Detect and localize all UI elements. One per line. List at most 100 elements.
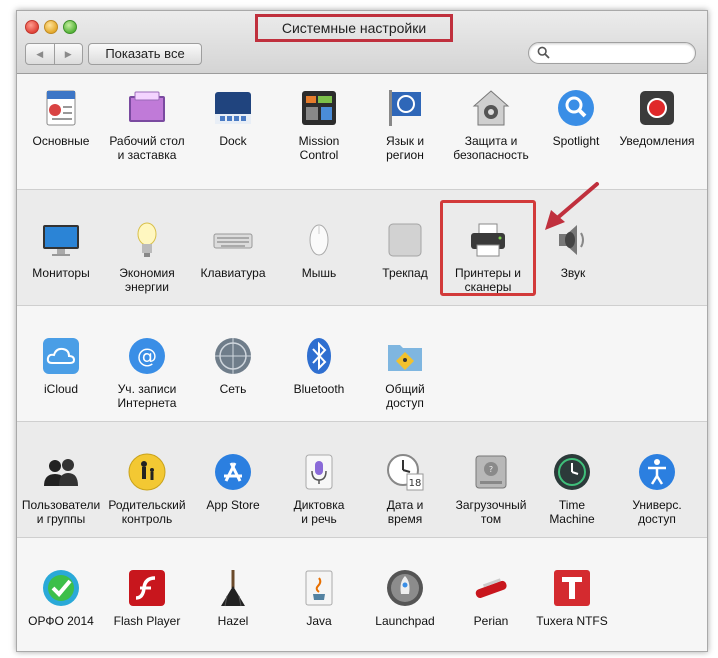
show-all-button[interactable]: Показать все <box>88 43 202 65</box>
parental-controls-icon <box>127 452 167 492</box>
search-input[interactable] <box>528 42 696 64</box>
section-other: ОРФО 2014 Flash Player Hazel Java Launch… <box>17 538 707 651</box>
pane-security[interactable]: Защита и безопасность <box>448 88 534 162</box>
pane-displays[interactable]: Мониторы <box>18 220 104 280</box>
pane-energy[interactable]: Экономия энергии <box>104 220 190 294</box>
pane-label: Универс. доступ <box>632 498 682 526</box>
pane-flash[interactable]: Flash Player <box>104 568 190 628</box>
pane-accessibility[interactable]: Универс. доступ <box>614 452 700 526</box>
pane-label: Мониторы <box>32 266 90 280</box>
arrow-icon <box>545 182 599 230</box>
pane-label: Звук <box>560 266 586 280</box>
svg-text:@: @ <box>137 344 157 368</box>
pane-java[interactable]: Java <box>276 568 362 628</box>
orfo-icon <box>41 568 81 608</box>
bluetooth-icon <box>299 336 339 376</box>
section-internet: iCloud @ Уч. записи Интернета Сеть Bluet… <box>17 306 707 422</box>
pane-date-time[interactable]: 18 Дата и время <box>362 452 448 526</box>
pane-trackpad[interactable]: Трекпад <box>362 220 448 280</box>
forward-button[interactable]: ▶ <box>53 44 83 64</box>
network-icon <box>213 336 253 376</box>
pane-launchpad[interactable]: Launchpad <box>362 568 448 628</box>
pane-label: Клавиатура <box>200 266 266 280</box>
pane-time-machine[interactable]: Time Machine <box>529 452 615 526</box>
spotlight-icon <box>556 88 596 128</box>
svg-text:?: ? <box>489 465 493 474</box>
pane-language[interactable]: Язык и регион <box>362 88 448 162</box>
back-forward-group: ◀ ▶ <box>25 43 83 65</box>
pane-label: Диктовка и речь <box>293 498 345 526</box>
pane-label: Рабочий стол и заставка <box>109 134 185 162</box>
sharing-icon <box>385 336 425 376</box>
pane-hazel[interactable]: Hazel <box>190 568 276 628</box>
pane-internet-accounts[interactable]: @ Уч. записи Интернета <box>104 336 190 410</box>
app-store-icon <box>213 452 253 492</box>
keyboard-icon <box>213 220 253 260</box>
desktop-icon <box>127 88 167 128</box>
pane-app-store[interactable]: App Store <box>190 452 276 512</box>
pane-label: Bluetooth <box>293 382 345 396</box>
pane-label: Дата и время <box>386 498 424 526</box>
pane-label: ОРФО 2014 <box>28 614 94 628</box>
dock-icon <box>213 88 253 128</box>
pane-label: Perian <box>473 614 509 628</box>
pane-label: Mission Control <box>298 134 340 162</box>
pane-label: Уч. записи Интернета <box>117 382 177 410</box>
icloud-icon <box>41 336 81 376</box>
pane-general[interactable]: Основные <box>18 88 104 148</box>
internet-accounts-icon: @ <box>127 336 167 376</box>
pane-network[interactable]: Сеть <box>190 336 276 396</box>
pane-label: Java <box>306 614 332 628</box>
pane-notifications[interactable]: Уведомления <box>614 88 700 148</box>
pane-label: Сеть <box>219 382 247 396</box>
tuxera-icon <box>552 568 592 608</box>
mouse-icon <box>299 220 339 260</box>
system-preferences-window: Системные настройки ◀ ▶ Показать все Осн… <box>16 10 708 652</box>
search-icon <box>537 46 550 59</box>
pane-dock[interactable]: Dock <box>190 88 276 148</box>
pane-mouse[interactable]: Мышь <box>276 220 362 280</box>
pane-label: Трекпад <box>382 266 428 280</box>
pane-label: Основные <box>32 134 90 148</box>
printers-highlight-frame <box>440 200 536 296</box>
toolbar: Системные настройки ◀ ▶ Показать все <box>17 11 707 74</box>
pane-tuxera[interactable]: Tuxera NTFS <box>529 568 615 628</box>
pane-label: iCloud <box>43 382 79 396</box>
pane-desktop[interactable]: Рабочий стол и заставка <box>104 88 190 162</box>
pane-label: Dock <box>219 134 247 148</box>
pane-label: Загрузочный том <box>455 498 527 526</box>
pane-sharing[interactable]: Общий доступ <box>362 336 448 410</box>
pane-label: Tuxera NTFS <box>536 614 608 628</box>
pane-label: Язык и регион <box>385 134 425 162</box>
close-button[interactable] <box>25 20 39 34</box>
general-icon <box>41 88 81 128</box>
pane-mission-control[interactable]: Mission Control <box>276 88 362 162</box>
pane-icloud[interactable]: iCloud <box>18 336 104 396</box>
trackpad-icon <box>385 220 425 260</box>
java-icon <box>299 568 339 608</box>
pane-spotlight[interactable]: Spotlight <box>533 88 619 148</box>
mission-control-icon <box>299 88 339 128</box>
section-hardware: Мониторы Экономия энергии Клавиатура Мыш… <box>17 182 707 306</box>
pane-users[interactable]: Пользователи и группы <box>18 452 104 526</box>
time-machine-icon <box>552 452 592 492</box>
notifications-icon <box>637 88 677 128</box>
pane-label: Launchpad <box>375 614 435 628</box>
pane-parental-controls[interactable]: Родительский контроль <box>104 452 190 526</box>
pane-startup-disk[interactable]: ? Загрузочный том <box>448 452 534 526</box>
dictation-icon <box>299 452 339 492</box>
pane-dictation[interactable]: Диктовка и речь <box>276 452 362 526</box>
pane-label: Пользователи и группы <box>21 498 101 526</box>
svg-text:18: 18 <box>409 478 422 489</box>
pane-perian[interactable]: Perian <box>448 568 534 628</box>
zoom-button[interactable] <box>63 20 77 34</box>
pane-bluetooth[interactable]: Bluetooth <box>276 336 362 396</box>
minimize-button[interactable] <box>44 20 58 34</box>
back-button[interactable]: ◀ <box>26 44 54 64</box>
energy-saver-icon <box>127 220 167 260</box>
pane-keyboard[interactable]: Клавиатура <box>190 220 276 280</box>
launchpad-icon <box>385 568 425 608</box>
startup-disk-icon: ? <box>471 452 511 492</box>
perian-icon <box>471 568 511 608</box>
pane-orfo[interactable]: ОРФО 2014 <box>18 568 104 628</box>
